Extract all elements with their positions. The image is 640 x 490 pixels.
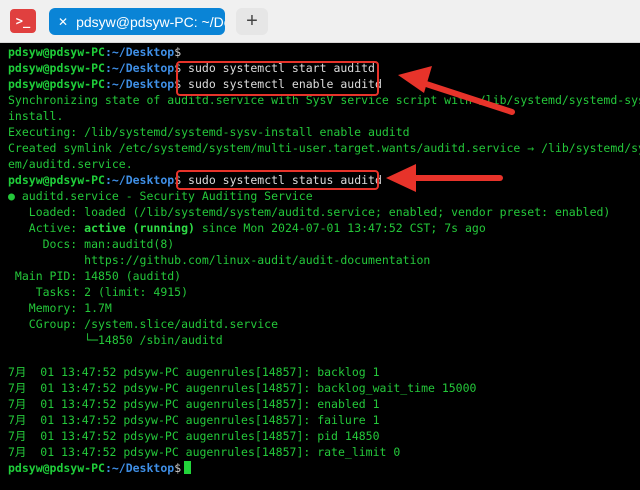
- annotation-arrow-lower: [386, 164, 503, 192]
- terminal-window: >_ ✕ pdsyw@pdsyw-PC: ~/Desktop + pdsyw@p…: [0, 0, 640, 490]
- annotation-arrows: [386, 66, 515, 192]
- annotation-arrow-upper: [398, 66, 515, 115]
